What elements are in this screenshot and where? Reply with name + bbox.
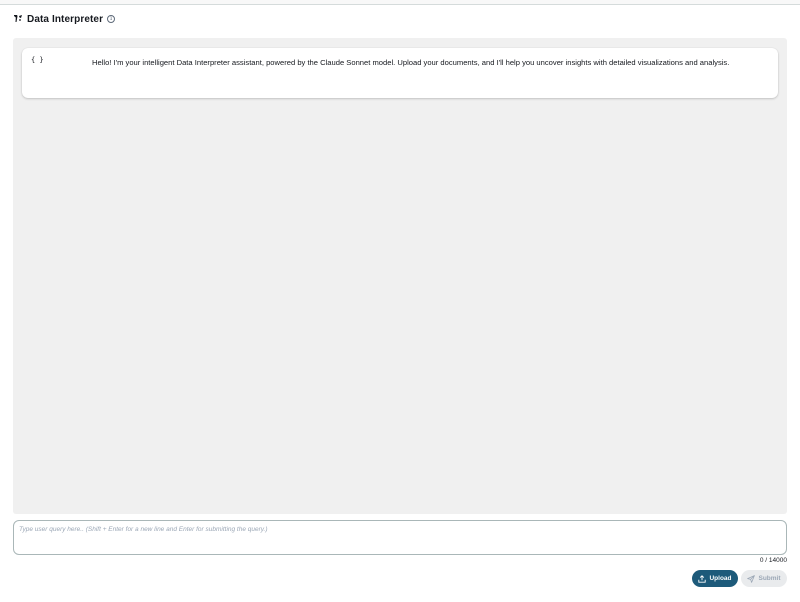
send-icon (747, 574, 756, 583)
submit-label: Submit (758, 575, 781, 582)
query-input[interactable] (19, 526, 781, 549)
page-header: Data Interpreter i (13, 12, 116, 26)
page-title: Data Interpreter (27, 13, 104, 25)
info-icon[interactable]: i (107, 15, 116, 23)
assistant-avatar: { } (31, 56, 44, 64)
query-input-container (13, 520, 787, 555)
upload-icon (698, 574, 707, 583)
chat-area: { } Hello! I'm your intelligent Data Int… (13, 38, 787, 514)
beaker-logo-icon (13, 14, 23, 24)
submit-button[interactable]: Submit (741, 570, 787, 587)
upload-button[interactable]: Upload (692, 570, 738, 587)
character-counter: 0 / 14000 (759, 557, 787, 564)
chat-message: { } Hello! I'm your intelligent Data Int… (22, 48, 778, 98)
upload-label: Upload (709, 575, 732, 582)
message-text: Hello! I'm your intelligent Data Interpr… (92, 58, 730, 67)
top-bar (0, 0, 800, 5)
